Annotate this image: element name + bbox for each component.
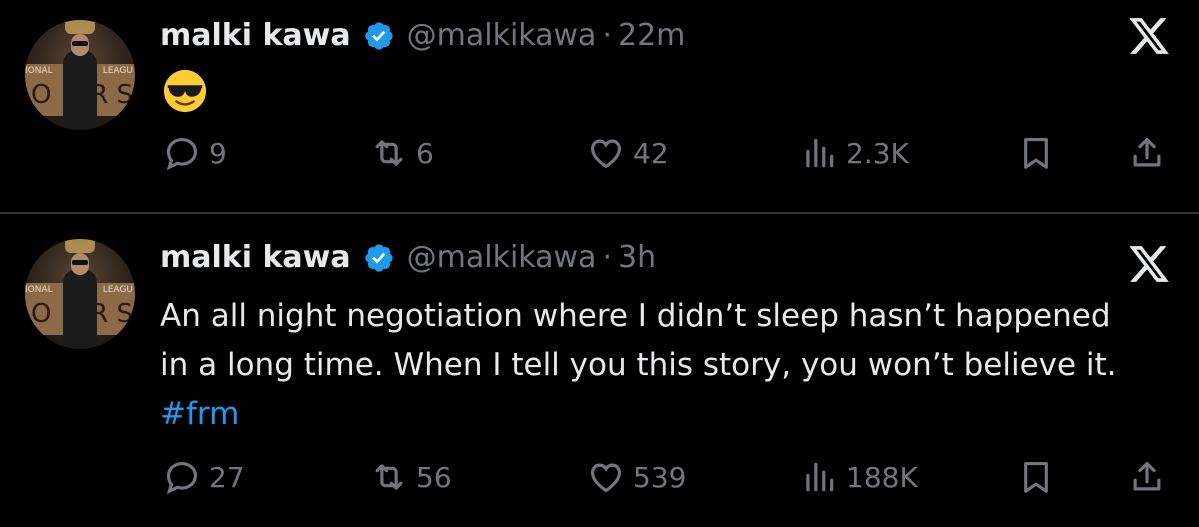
tweet-actions: 27 56 539 188K xyxy=(0,458,1199,498)
reply-button[interactable]: 9 xyxy=(163,134,227,172)
timestamp[interactable]: 22m xyxy=(618,18,685,53)
share-button[interactable] xyxy=(1128,458,1166,496)
avatar-text-right: LEAGU xyxy=(102,66,133,76)
avatar-person xyxy=(63,50,97,130)
avatar[interactable]: IONAL LEAGU O R S xyxy=(25,20,135,130)
reply-icon xyxy=(166,137,198,171)
hashtag-link[interactable]: #frm xyxy=(160,396,239,432)
avatar-person xyxy=(63,269,97,349)
avatar-text-left: IONAL xyxy=(25,285,53,295)
tweet-header: malki kawa @malkikawa · 22m xyxy=(160,18,685,53)
tweet-text: An all night negotiation where I didn’t … xyxy=(160,292,1140,439)
like-button[interactable]: 42 xyxy=(587,134,669,172)
repost-count: 6 xyxy=(416,136,434,170)
like-count: 539 xyxy=(633,460,687,494)
share-button[interactable] xyxy=(1128,134,1166,172)
views-button[interactable]: 188K xyxy=(800,458,918,496)
repost-icon xyxy=(375,464,403,490)
avatar-glasses xyxy=(72,260,88,265)
timestamp[interactable]: 3h xyxy=(618,240,656,275)
repost-count: 56 xyxy=(416,460,452,494)
bookmark-icon xyxy=(1024,461,1048,493)
avatar-letter-left: O xyxy=(31,299,52,329)
views-button[interactable]: 2.3K xyxy=(800,134,909,172)
separator-dot: · xyxy=(602,240,612,275)
separator-dot: · xyxy=(602,18,612,53)
repost-button[interactable]: 56 xyxy=(370,458,452,496)
repost-icon xyxy=(375,140,403,166)
verified-badge-icon[interactable] xyxy=(363,242,395,274)
verified-badge-icon[interactable] xyxy=(363,20,395,52)
views-chart-icon xyxy=(806,138,834,168)
tweet-header: malki kawa @malkikawa · 3h xyxy=(160,240,656,275)
avatar-decoration xyxy=(65,239,95,253)
heart-icon xyxy=(590,463,622,493)
like-count: 42 xyxy=(633,136,669,170)
tweet-card[interactable]: IONAL LEAGU O R S malki kawa @malkikawa … xyxy=(0,214,1199,527)
view-count: 188K xyxy=(846,460,918,494)
views-chart-icon xyxy=(806,462,834,492)
avatar-glasses xyxy=(72,41,88,46)
author-name[interactable]: malki kawa xyxy=(160,18,351,53)
reply-button[interactable]: 27 xyxy=(163,458,245,496)
sunglasses-emoji-icon xyxy=(163,69,207,113)
author-handle[interactable]: @malkikawa xyxy=(407,18,597,53)
avatar-decoration xyxy=(65,20,95,34)
share-icon xyxy=(1133,461,1161,491)
repost-button[interactable]: 6 xyxy=(370,134,434,172)
bookmark-icon xyxy=(1024,137,1048,169)
tweet-actions: 9 6 42 2.3K xyxy=(0,134,1199,174)
share-icon xyxy=(1133,137,1161,167)
avatar-text-left: IONAL xyxy=(25,66,53,76)
view-count: 2.3K xyxy=(846,136,909,170)
bookmark-button[interactable] xyxy=(1017,134,1055,172)
reply-count: 27 xyxy=(209,460,245,494)
avatar[interactable]: IONAL LEAGU O R S xyxy=(25,239,135,349)
like-button[interactable]: 539 xyxy=(587,458,686,496)
x-logo-icon xyxy=(1129,246,1169,282)
author-handle[interactable]: @malkikawa xyxy=(407,240,597,275)
avatar-text-right: LEAGU xyxy=(102,285,133,295)
author-name[interactable]: malki kawa xyxy=(160,240,351,275)
heart-icon xyxy=(590,139,622,169)
reply-icon xyxy=(166,461,198,495)
avatar-letter-left: O xyxy=(31,80,52,110)
tweet-card[interactable]: IONAL LEAGU O R S malki kawa @malkikawa … xyxy=(0,0,1199,212)
bookmark-button[interactable] xyxy=(1017,458,1055,496)
x-logo-icon xyxy=(1129,18,1169,54)
tweet-body: An all night negotiation where I didn’t … xyxy=(160,298,1117,383)
reply-count: 9 xyxy=(209,136,227,170)
